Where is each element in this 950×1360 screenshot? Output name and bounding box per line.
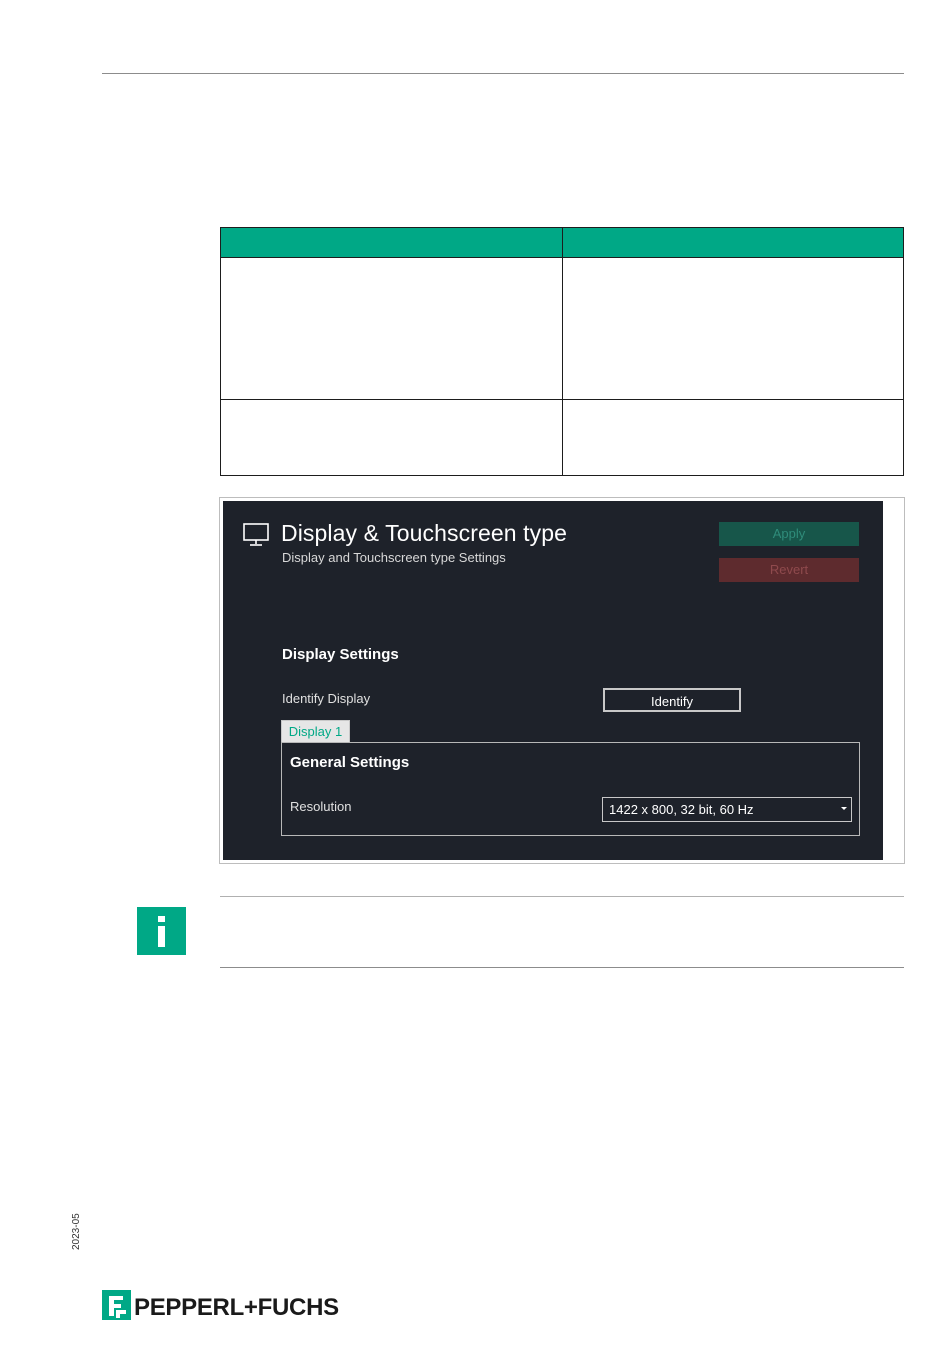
date-code: 2023-05	[71, 1213, 82, 1250]
monitor-icon	[243, 523, 269, 546]
settings-window: Display & Touchscreen type Display and T…	[223, 501, 883, 860]
window-subtitle: Display and Touchscreen type Settings	[282, 550, 506, 565]
header-divider	[102, 73, 904, 74]
display-settings-heading: Display Settings	[282, 646, 399, 663]
chevron-down-icon	[841, 807, 847, 810]
parameter-table	[220, 227, 904, 476]
note-divider-bottom	[220, 967, 904, 968]
tab-display-1[interactable]: Display 1	[281, 720, 350, 742]
note-divider-top	[220, 896, 904, 897]
resolution-label: Resolution	[290, 799, 352, 814]
screenshot-frame: Display & Touchscreen type Display and T…	[219, 497, 905, 864]
brand-logo-text: PEPPERL+FUCHS	[134, 1294, 339, 1321]
table-header-cell	[220, 227, 563, 258]
table-cell	[561, 257, 904, 400]
table-row	[220, 257, 904, 400]
revert-button[interactable]: Revert	[719, 558, 859, 582]
general-settings-heading: General Settings	[290, 754, 410, 771]
general-settings-panel: General Settings Resolution 1422 x 800, …	[281, 742, 860, 836]
brand-logo-icon	[102, 1290, 131, 1320]
table-cell	[561, 399, 904, 476]
table-cell	[220, 257, 563, 400]
table-cell	[220, 399, 563, 476]
apply-button[interactable]: Apply	[719, 522, 859, 546]
info-icon	[137, 907, 186, 955]
identify-button[interactable]: Identify	[603, 688, 741, 712]
window-title: Display & Touchscreen type	[281, 520, 567, 546]
resolution-value: 1422 x 800, 32 bit, 60 Hz	[609, 802, 754, 817]
resolution-dropdown[interactable]: 1422 x 800, 32 bit, 60 Hz	[602, 797, 852, 822]
table-header-row	[220, 227, 904, 258]
identify-display-label: Identify Display	[282, 691, 371, 706]
table-row	[220, 399, 904, 476]
table-header-cell	[561, 227, 904, 258]
